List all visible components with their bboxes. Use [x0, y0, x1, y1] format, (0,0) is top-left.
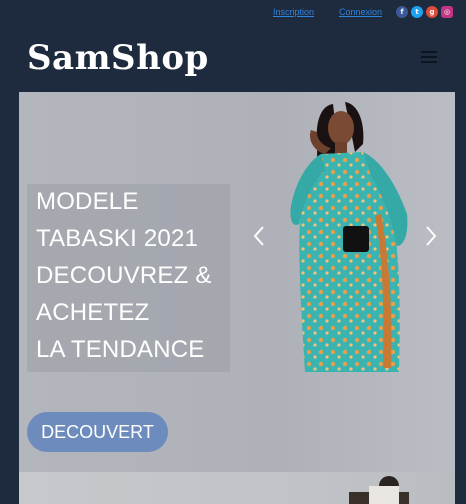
twitter-icon[interactable]: t — [411, 6, 423, 18]
brand-logo[interactable]: SamShop — [27, 38, 209, 78]
hero-caption: MODELE TABASKI 2021 DECOUVREZ & ACHETEZ … — [27, 184, 230, 372]
hamburger-menu-icon[interactable] — [421, 51, 437, 64]
hero-model-image — [290, 102, 408, 372]
hero-carousel: MODELE TABASKI 2021 DECOUVREZ & ACHETEZ … — [19, 92, 455, 472]
caption-line-5: LA TENDANCE — [36, 336, 205, 363]
chevron-right-icon[interactable] — [424, 224, 438, 248]
caption-line-4: ACHETEZ — [36, 299, 150, 326]
facebook-icon[interactable]: f — [396, 6, 408, 18]
caption-line-2: TABASKI 2021 — [36, 225, 199, 252]
instagram-icon[interactable]: ◎ — [441, 6, 453, 18]
inscription-link[interactable]: Inscription — [273, 7, 314, 17]
connexion-link[interactable]: Connexion — [339, 7, 382, 17]
google-plus-icon[interactable]: g — [426, 6, 438, 18]
chevron-left-icon[interactable] — [252, 224, 266, 248]
top-bar: Inscription Connexion f t g ◎ — [0, 0, 466, 26]
caption-line-1: MODELE — [36, 188, 139, 215]
caption-line-3: DECOUVREZ & — [36, 262, 212, 289]
next-slide-preview — [19, 472, 455, 504]
decouvert-button[interactable]: DECOUVERT — [27, 412, 168, 452]
